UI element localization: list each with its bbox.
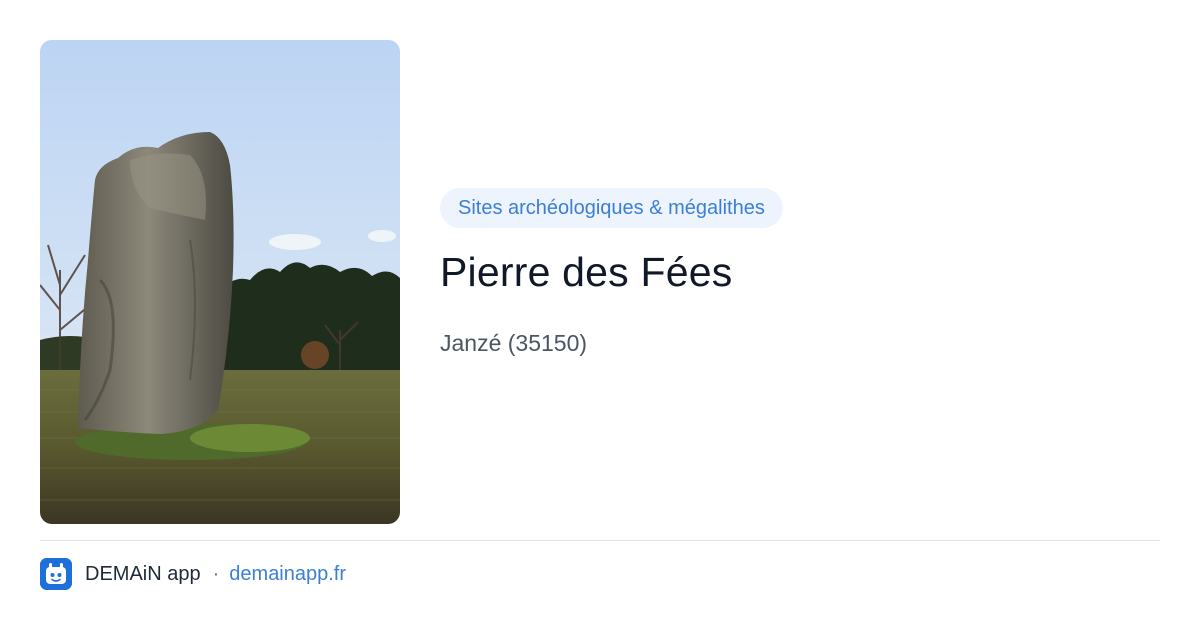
- place-info: Sites archéologiques & mégalithes Pierre…: [440, 188, 1160, 358]
- separator-dot: ·: [212, 562, 220, 585]
- demain-logo-icon: [40, 558, 72, 590]
- place-title: Pierre des Fées: [440, 249, 733, 295]
- app-url-link[interactable]: demainapp.fr: [229, 563, 346, 586]
- place-photo: [40, 40, 400, 524]
- divider: [40, 540, 1160, 541]
- share-card: Sites archéologiques & mégalithes Pierre…: [0, 0, 1200, 630]
- place-location: Janzé (35150): [440, 330, 588, 356]
- app-name: DEMAiN app: [85, 562, 201, 585]
- category-badge[interactable]: Sites archéologiques & mégalithes: [440, 188, 783, 228]
- footer: DEMAiN app · demainapp.fr: [40, 558, 346, 590]
